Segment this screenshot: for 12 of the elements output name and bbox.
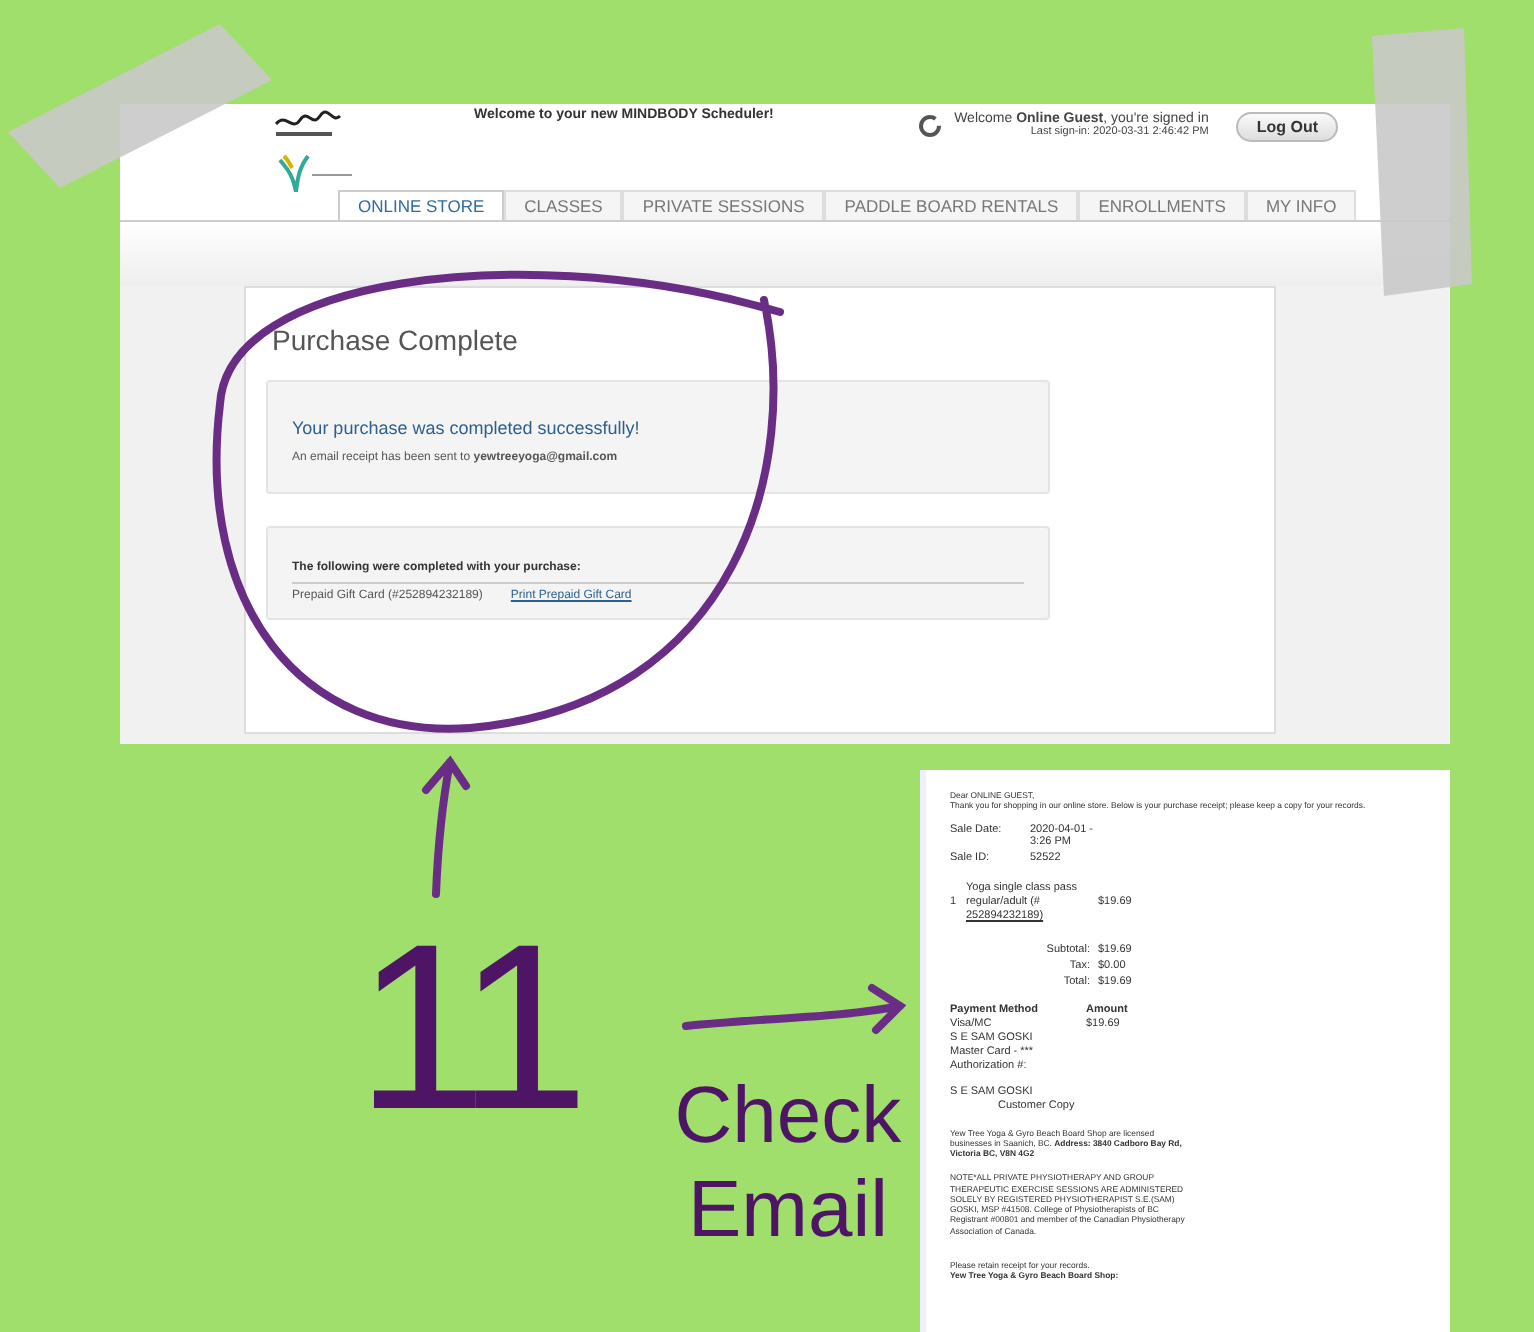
nav-tab[interactable]: MY INFO <box>1245 190 1357 220</box>
nav-tab[interactable]: PADDLE BOARD RENTALS <box>824 190 1079 220</box>
nav-tab[interactable]: ONLINE STORE <box>338 190 505 220</box>
check-email-caption: Check Email <box>672 1070 904 1258</box>
nav-tab[interactable]: PRIVATE SESSIONS <box>622 190 825 220</box>
success-message: Your purchase was completed successfully! <box>292 418 642 438</box>
logout-button[interactable]: Log Out <box>1236 112 1338 142</box>
nav-tab[interactable]: CLASSES <box>504 190 623 220</box>
page-title: Purchase Complete <box>270 324 520 356</box>
loading-icon <box>918 114 943 138</box>
nav-tab[interactable]: ENROLLMENTS <box>1078 190 1246 220</box>
number-eleven: 11 <box>356 910 577 1146</box>
